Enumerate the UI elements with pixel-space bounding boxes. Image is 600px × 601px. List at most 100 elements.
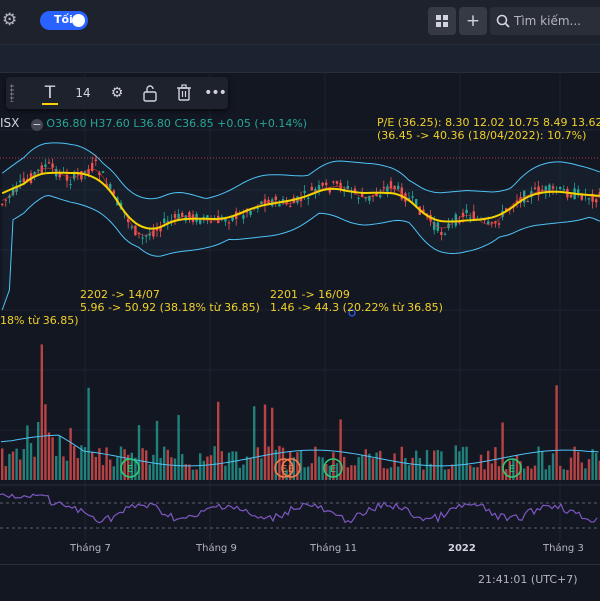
candle-body [249,210,252,215]
volume-bar [307,466,310,480]
volume-bar [584,468,587,480]
volume-bar [458,451,461,480]
unlock-icon[interactable] [137,81,163,105]
more-icon[interactable]: ••• [204,81,227,105]
volume-bar [184,464,187,480]
volume-bar [231,451,234,480]
volume-bar [317,456,321,480]
volume-bar [375,452,378,480]
volume-bar [497,466,501,480]
search-input[interactable] [514,7,600,35]
bottom-status-bar: 21:41:01 (UTC+7) [0,564,600,601]
volume-bar [487,450,490,480]
volume-bar [314,446,317,480]
candle-body [321,182,324,186]
add-chart-button[interactable]: + [459,7,487,35]
volume-bar [155,420,159,480]
rsi-line [0,493,598,524]
text-tool-icon[interactable]: T [36,81,64,105]
annotation-2202[interactable]: 2202 -> 14/07 5.96 -> 50.92 (38.18% từ 3… [80,288,260,314]
volume-bar [447,469,450,480]
candle-body [595,199,598,203]
clock-readout[interactable]: 21:41:01 (UTC+7) [478,573,578,586]
candle-body [19,180,22,183]
candle-body [487,221,490,225]
font-size-selector[interactable]: 14 [70,81,96,105]
volume-bar [551,453,555,480]
volume-bar [206,456,209,480]
volume-bar [224,465,227,480]
candle-body [497,223,501,225]
left-annotation[interactable]: 18% từ 36.85) [0,314,79,327]
earnings-marker-label: E [509,464,515,475]
volume-bar [393,453,396,480]
search-icon [496,14,510,28]
x-axis-label: Tháng 3 [543,543,584,554]
volume-bar [217,401,220,480]
volume-bar [112,466,115,480]
volume-bar [4,466,7,480]
candle-body [386,186,389,192]
volume-bar [65,460,69,480]
high-value: H37.60 [90,117,130,130]
candle-body [389,181,393,189]
candle-body [490,222,493,224]
collapse-icon[interactable]: − [30,119,43,131]
volume-bar [163,446,166,480]
trash-icon[interactable] [171,81,197,105]
open-value: O36.80 [46,117,87,130]
volume-bar [260,458,263,480]
candle-body [69,183,72,185]
drawing-toolbar: T 14 ⚙ ••• [6,77,228,109]
pe-line-2: (36.45 -> 40.36 (18/04/2022): 10.7%) [377,129,587,142]
volume-bar [418,458,421,480]
volume-bar [256,447,259,480]
volume-bar [51,437,54,480]
volume-bar [422,469,425,480]
volume-bar [87,387,90,480]
pe-annotation[interactable]: P/E (36.25): 8.30 12.02 10.75 8.49 13.62… [377,116,600,142]
volume-bar [559,465,562,480]
volume-bar [22,449,25,480]
volume-bar [1,448,4,480]
volume-bar [173,458,177,480]
volume-bar [116,457,119,480]
earnings-marker-label: E [330,464,336,475]
candle-body [559,187,562,190]
volume-bar [148,464,151,480]
volume-bar [577,451,580,480]
volume-bar [177,415,180,480]
annotation-2201[interactable]: 2201 -> 16/09 1.46 -> 44.3 (20.22% từ 36… [270,288,443,314]
volume-bar [73,445,76,480]
volume-bar [476,467,479,480]
candle-body [80,171,83,180]
annotation-2201-line-1: 2201 -> 16/09 [270,288,350,301]
theme-toggle[interactable]: Tối [40,11,88,30]
drag-handle-icon[interactable] [10,84,14,102]
candle-body [335,181,339,184]
candle-body [303,190,306,193]
volume-bar [483,469,486,480]
volume-bar [83,447,87,480]
gear-icon[interactable]: ⚙ [2,10,17,30]
volume-bar [533,465,537,480]
candle-body [22,178,25,183]
volume-bar [76,458,79,480]
search-box[interactable] [490,7,600,35]
settings-icon[interactable]: ⚙ [104,81,130,105]
x-axis-label: 2022 [448,543,476,554]
candle-body [1,203,4,205]
layout-grid-button[interactable] [428,7,456,35]
candle-body [256,207,259,209]
candle-body [332,181,335,183]
volume-bar [436,449,439,480]
volume-bar [69,427,72,480]
volume-bar [202,460,205,480]
volume-bar [44,404,47,480]
volume-bar [249,458,252,480]
volume-bar [353,465,357,480]
volume-bar [33,456,36,480]
theme-toggle-label: Tối [54,13,73,26]
candle-body [289,205,292,207]
symbol-label[interactable]: ISX [0,116,19,130]
